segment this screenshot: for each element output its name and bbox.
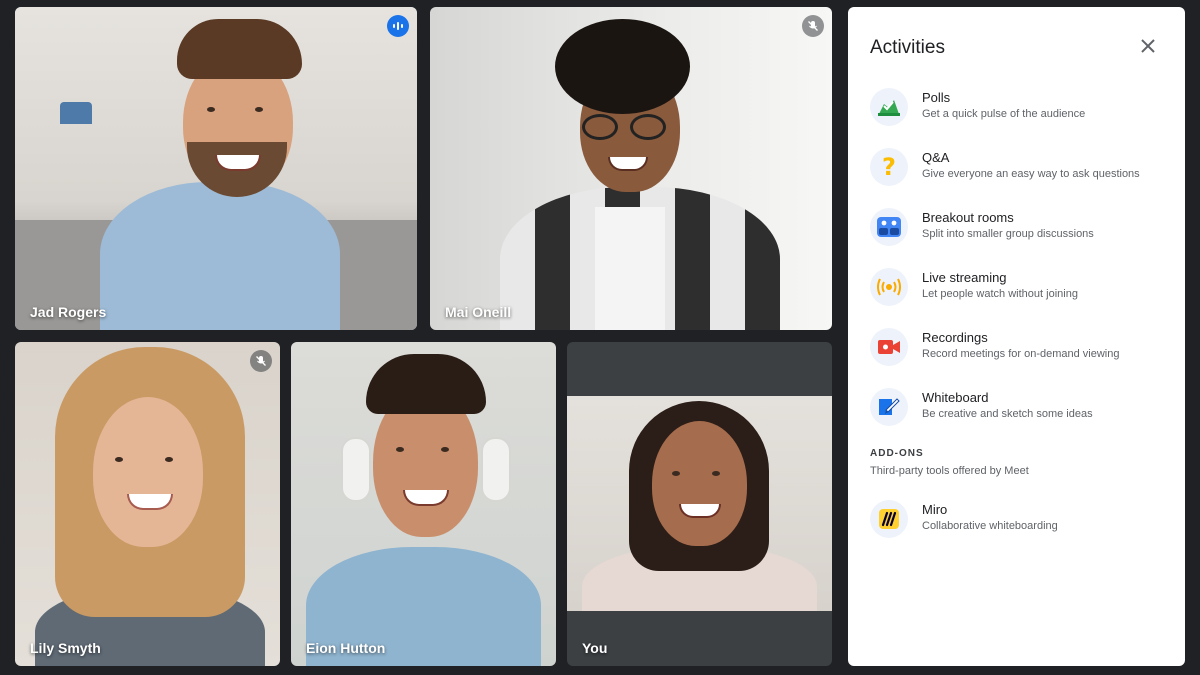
activity-label: Q&A bbox=[922, 150, 950, 165]
addons-heading: ADD-ONS bbox=[870, 448, 924, 459]
activity-label: Breakout rooms bbox=[922, 210, 1014, 225]
addons-subheading: Third-party tools offered by Meet bbox=[870, 465, 1029, 477]
participant-tile-jad-rogers[interactable]: Jad Rogers bbox=[15, 7, 417, 330]
participant-video bbox=[430, 7, 832, 330]
activity-label: Whiteboard bbox=[922, 390, 989, 405]
participant-tile-lily-smyth[interactable]: Lily Smyth bbox=[15, 342, 280, 666]
close-icon bbox=[1141, 39, 1155, 53]
participant-tile-eion-hutton[interactable]: Eion Hutton bbox=[291, 342, 556, 666]
activity-description: Split into smaller group discussions bbox=[922, 228, 1094, 240]
self-video bbox=[567, 396, 832, 611]
participant-video bbox=[291, 342, 556, 666]
live-streaming-icon bbox=[870, 268, 908, 306]
participant-name: Mai Oneill bbox=[445, 304, 512, 320]
activity-label: Polls bbox=[922, 90, 951, 105]
addon-description: Collaborative whiteboarding bbox=[922, 520, 1058, 532]
activity-description: Give everyone an easy way to ask questio… bbox=[922, 168, 1140, 180]
close-button[interactable] bbox=[1133, 31, 1163, 61]
addon-label: Miro bbox=[922, 502, 948, 517]
activity-label: Live streaming bbox=[922, 270, 1007, 285]
activity-qa[interactable]: ? Q&A Give everyone an easy way to ask q… bbox=[870, 145, 1170, 189]
activity-breakout-rooms[interactable]: Breakout rooms Split into smaller group … bbox=[870, 205, 1170, 249]
speaking-indicator-icon bbox=[387, 15, 409, 37]
recording-icon bbox=[870, 328, 908, 366]
activity-description: Record meetings for on-demand viewing bbox=[922, 348, 1120, 360]
activity-whiteboard[interactable]: Whiteboard Be creative and sketch some i… bbox=[870, 385, 1170, 429]
activity-live-streaming[interactable]: Live streaming Let people watch without … bbox=[870, 265, 1170, 309]
activity-label: Recordings bbox=[922, 330, 988, 345]
participant-tile-mai-oneill[interactable]: Mai Oneill bbox=[430, 7, 832, 330]
question-icon: ? bbox=[870, 148, 908, 186]
activity-description: Let people watch without joining bbox=[922, 288, 1078, 300]
mic-off-icon bbox=[250, 350, 272, 372]
activity-description: Get a quick pulse of the audience bbox=[922, 108, 1086, 120]
whiteboard-icon bbox=[870, 388, 908, 426]
miro-icon bbox=[870, 500, 908, 538]
panel-title: Activities bbox=[870, 37, 945, 58]
activities-panel: Activities Polls Get a quick pulse of th… bbox=[848, 7, 1185, 666]
breakout-rooms-icon bbox=[870, 208, 908, 246]
participant-name: Eion Hutton bbox=[306, 640, 386, 656]
participant-name: You bbox=[582, 640, 608, 656]
polls-icon bbox=[870, 88, 908, 126]
activity-description: Be creative and sketch some ideas bbox=[922, 408, 1093, 420]
activity-polls[interactable]: Polls Get a quick pulse of the audience bbox=[870, 85, 1170, 129]
addon-miro[interactable]: Miro Collaborative whiteboarding bbox=[870, 497, 1170, 541]
participant-tile-you[interactable]: You bbox=[567, 342, 832, 666]
participant-name: Jad Rogers bbox=[30, 304, 107, 320]
mic-off-icon bbox=[802, 15, 824, 37]
participant-video bbox=[15, 7, 417, 330]
participant-video bbox=[15, 342, 280, 666]
participant-name: Lily Smyth bbox=[30, 640, 101, 656]
activity-recordings[interactable]: Recordings Record meetings for on-demand… bbox=[870, 325, 1170, 369]
